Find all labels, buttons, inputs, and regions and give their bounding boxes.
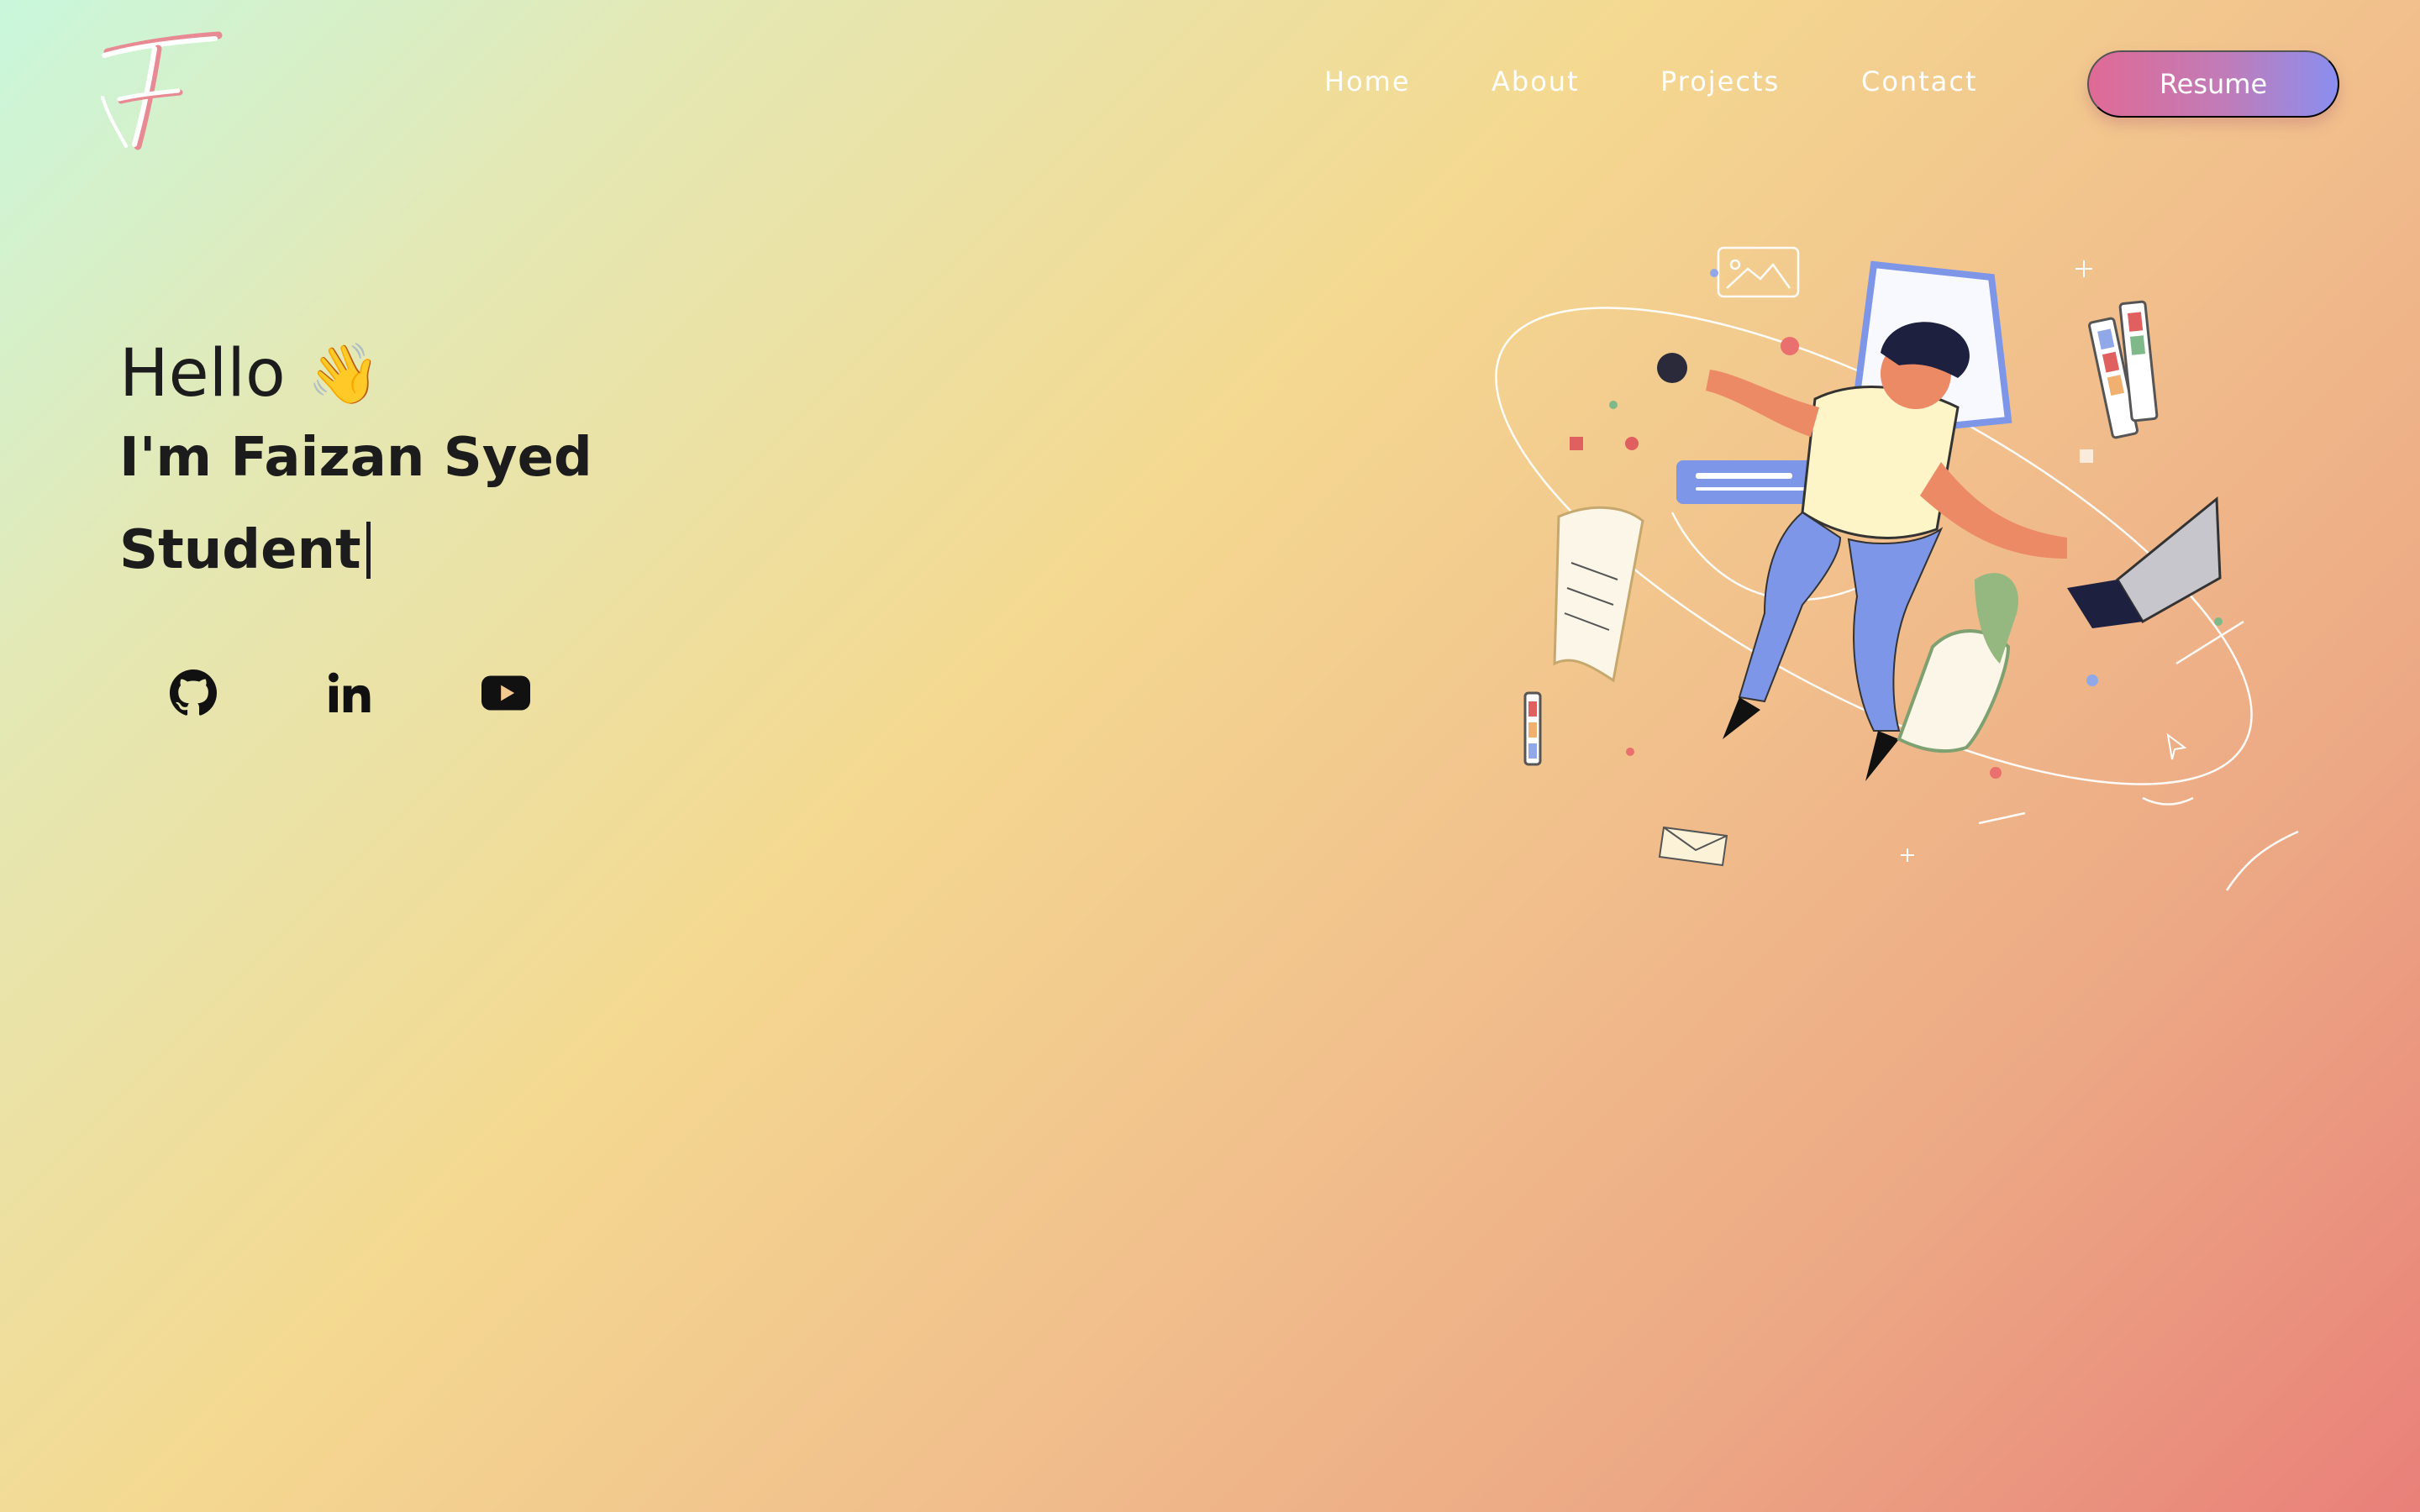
hero-section: Hello 👋 I'm Faizan Syed Student: [119, 332, 592, 601]
social-links: [168, 668, 531, 718]
typewriter-text: Student: [119, 519, 361, 581]
hero-greeting: Hello 👋: [119, 332, 592, 416]
nav-about-link[interactable]: About: [1491, 66, 1580, 97]
greeting-text: Hello: [119, 336, 286, 412]
typing-cursor: [366, 522, 371, 579]
nav-home-link[interactable]: Home: [1324, 66, 1411, 97]
nav-projects-link[interactable]: Projects: [1660, 66, 1780, 97]
hero-name: I'm Faizan Syed: [119, 427, 592, 489]
signature-f-logo[interactable]: [92, 30, 227, 156]
waving-hand-icon: 👋: [307, 339, 381, 408]
linkedin-icon[interactable]: [324, 668, 375, 718]
youtube-icon[interactable]: [481, 668, 531, 718]
developer-illustration: [1495, 246, 2299, 891]
github-icon[interactable]: [168, 668, 218, 718]
nav-contact-link[interactable]: Contact: [1861, 66, 1978, 97]
hero-role: Student: [119, 500, 592, 601]
resume-button[interactable]: Resume: [2087, 50, 2339, 118]
